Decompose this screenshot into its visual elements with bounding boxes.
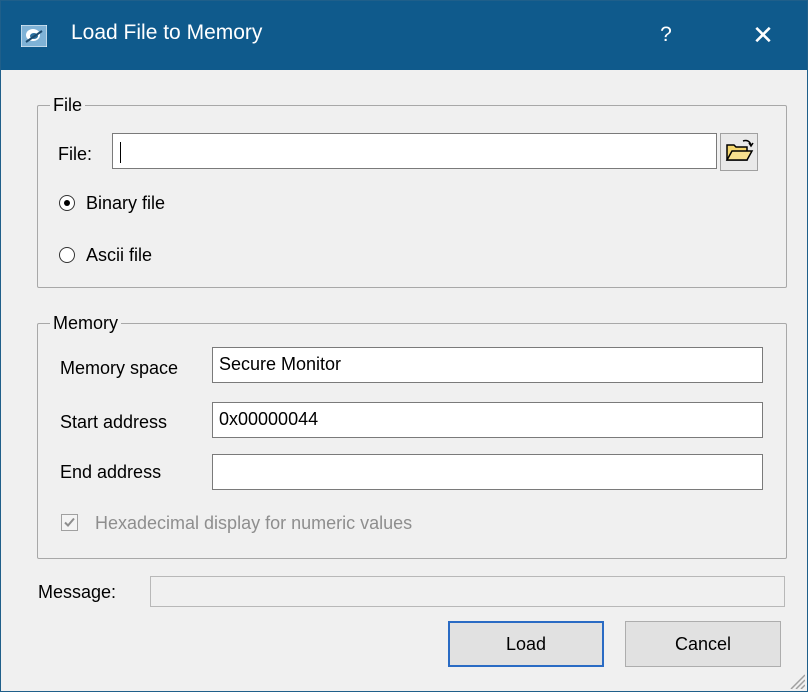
- start-address-input[interactable]: 0x00000044: [212, 402, 763, 438]
- memory-space-field[interactable]: Secure Monitor: [212, 347, 763, 383]
- file-path-input[interactable]: [112, 133, 717, 169]
- help-button[interactable]: ?: [641, 15, 691, 55]
- file-label: File:: [58, 144, 93, 164]
- load-button[interactable]: Load: [448, 621, 604, 667]
- file-group: File File: Binary file Ascii file: [37, 94, 787, 288]
- message-field: [150, 576, 785, 607]
- close-button[interactable]: ✕: [735, 15, 791, 55]
- memory-space-label: Memory space: [60, 358, 179, 378]
- message-label: Message:: [38, 582, 117, 602]
- cancel-button[interactable]: Cancel: [625, 621, 781, 667]
- checkmark-icon: [64, 517, 75, 527]
- end-address-input[interactable]: [212, 454, 763, 490]
- hex-display-checkbox: [61, 514, 78, 531]
- memory-group-legend: Memory: [50, 312, 122, 334]
- binary-file-radio[interactable]: [59, 195, 75, 211]
- app-icon: [21, 25, 47, 47]
- hex-display-label: Hexadecimal display for numeric values: [95, 513, 413, 533]
- resize-grip-icon[interactable]: [787, 671, 805, 689]
- binary-file-label[interactable]: Binary file: [86, 192, 165, 214]
- radio-selected-dot: [64, 200, 70, 206]
- dialog-title: Load File to Memory: [71, 21, 263, 44]
- browse-button[interactable]: [720, 133, 758, 171]
- text-caret: [120, 142, 121, 163]
- load-file-dialog: Load File to Memory ? ✕ File File: Binar…: [0, 0, 808, 692]
- ascii-file-radio[interactable]: [59, 247, 75, 263]
- memory-group: Memory Memory space Secure Monitor Start…: [37, 312, 787, 559]
- file-group-legend: File: [50, 94, 86, 116]
- open-folder-icon: [725, 139, 754, 161]
- start-address-label: Start address: [60, 412, 168, 432]
- end-address-label: End address: [60, 462, 162, 482]
- title-bar[interactable]: Load File to Memory ? ✕: [1, 1, 807, 70]
- ascii-file-label[interactable]: Ascii file: [86, 244, 152, 266]
